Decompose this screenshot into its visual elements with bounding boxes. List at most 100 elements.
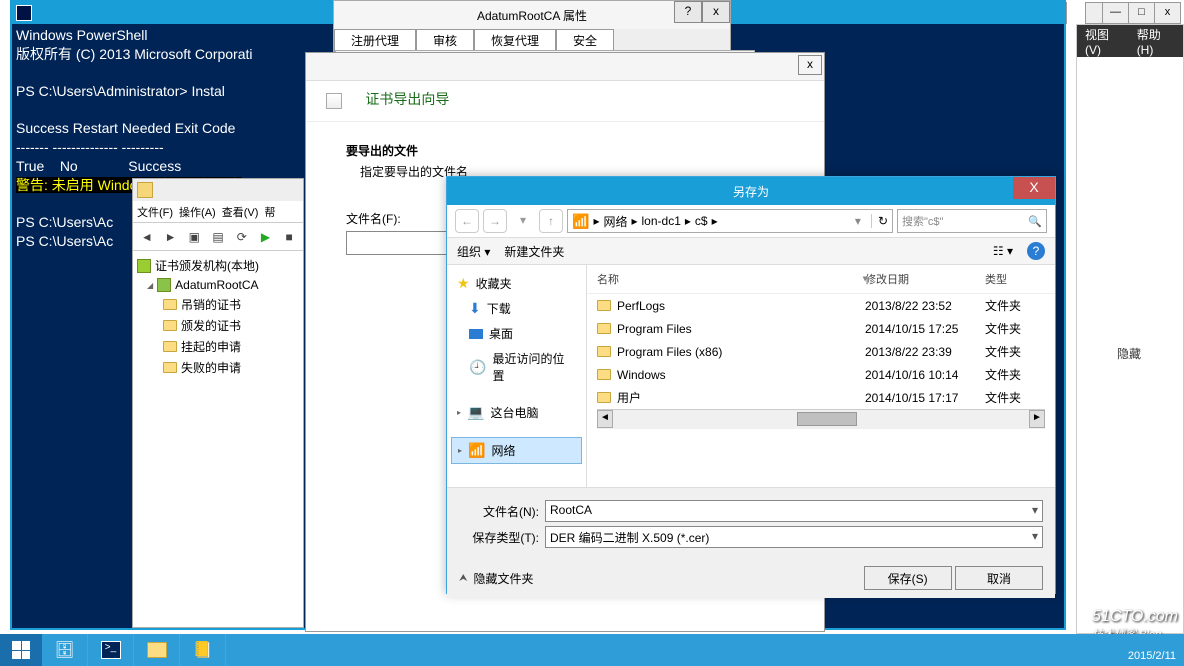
address-bar[interactable]: 📶 ▸网络 ▸lon-dc1 ▸c$ ▸ ▾ ↻ <box>567 209 893 233</box>
tree-failed[interactable]: 失败的申请 <box>137 357 299 378</box>
save-as-toolbar: 组织 ▾ 新建文件夹 ☷ ▾ ? <box>447 237 1055 265</box>
star-icon: ★ <box>457 275 470 292</box>
nav-up-icon[interactable]: ↑ <box>539 209 563 233</box>
save-as-dialog: 另存为 X ← → ▾ ↑ 📶 ▸网络 ▸lon-dc1 ▸c$ ▸ ▾ ↻ 搜… <box>446 176 1056 594</box>
menu-file[interactable]: 文件(F) <box>137 204 173 220</box>
nav-forward-icon[interactable]: → <box>483 209 507 233</box>
forward-icon[interactable]: ► <box>161 227 181 247</box>
folder-icon <box>163 362 177 373</box>
sidebar-downloads[interactable]: ⬇下载 <box>451 296 582 321</box>
stop-icon[interactable]: ■ <box>279 227 299 247</box>
filetype-combo[interactable]: DER 编码二进制 X.509 (*.cer) <box>545 526 1043 548</box>
wizard-heading: 证书导出向导 <box>349 77 465 121</box>
tree-pending[interactable]: 挂起的申请 <box>137 336 299 357</box>
sidebar-desktop[interactable]: 桌面 <box>451 321 582 346</box>
close-button[interactable]: x <box>702 1 730 23</box>
file-list: 名称 ▸ 修改日期 类型 PerfLogs2013/8/22 23:52文件夹P… <box>587 265 1055 487</box>
mmc-titlebar[interactable] <box>133 179 303 201</box>
taskbar-server-manager[interactable]: 🗄 <box>42 634 88 666</box>
filename-label: 文件名(N): <box>459 503 539 520</box>
close-button[interactable]: x <box>798 55 822 75</box>
cert-authority-console: 文件(F) 操作(A) 查看(V) 帮 ◄ ► ▣ ▤ ⟳ ▶ ■ 证书颁发机构… <box>132 178 304 628</box>
new-folder-button[interactable]: 新建文件夹 <box>504 243 564 260</box>
pc-icon: 💻 <box>467 404 484 421</box>
back-icon[interactable]: ◄ <box>137 227 157 247</box>
refresh-icon[interactable]: ↻ <box>871 214 888 228</box>
tab-recovery-agent[interactable]: 恢复代理 <box>474 29 556 52</box>
network-icon: 📶 <box>572 213 589 230</box>
taskbar-clock[interactable]: 2015/2/11 <box>1128 650 1176 662</box>
wizard-titlebar[interactable]: x <box>306 53 824 81</box>
filetype-label: 保存类型(T): <box>459 529 539 546</box>
file-row[interactable]: 用户2014/10/15 17:17文件夹 <box>587 386 1055 409</box>
save-button[interactable]: 保存(S) <box>864 566 952 590</box>
taskbar-cert-authority[interactable]: 📒 <box>180 634 226 666</box>
save-as-sidebar: ★收藏夹 ⬇下载 桌面 🕘最近访问的位置 ▸💻这台电脑 ▸📶网络 <box>447 265 587 487</box>
help-icon[interactable]: ? <box>1027 242 1045 260</box>
filename-combo[interactable]: RootCA <box>545 500 1043 522</box>
folder-icon <box>597 392 611 403</box>
maximize-icon[interactable]: □ <box>1128 3 1154 23</box>
up-icon[interactable]: ▣ <box>184 227 204 247</box>
folder-icon <box>597 323 611 334</box>
menu-action[interactable]: 操作(A) <box>179 204 216 220</box>
save-as-titlebar[interactable]: 另存为 X <box>447 177 1055 205</box>
tree-issued[interactable]: 颁发的证书 <box>137 315 299 336</box>
hide-folders-toggle[interactable]: ⮝隐藏文件夹 <box>459 570 534 587</box>
file-row[interactable]: Program Files (x86)2013/8/22 23:39文件夹 <box>587 340 1055 363</box>
tab-audit[interactable]: 审核 <box>416 29 474 52</box>
cancel-button[interactable]: 取消 <box>955 566 1043 590</box>
h-scrollbar[interactable]: ◄ ► <box>597 409 1045 429</box>
menu-view[interactable]: 视图(V) <box>1085 26 1123 57</box>
scroll-left-icon[interactable]: ◄ <box>597 410 613 428</box>
view-options-icon[interactable]: ☷ ▾ <box>993 244 1013 258</box>
close-icon[interactable]: x <box>1154 3 1180 23</box>
options-icon[interactable]: ▤ <box>208 227 228 247</box>
search-input[interactable]: 搜索"c$" 🔍 <box>897 209 1047 233</box>
folder-icon <box>163 320 177 331</box>
col-date[interactable]: 修改日期 <box>865 271 985 287</box>
sidebar-recent[interactable]: 🕘最近访问的位置 <box>451 346 582 388</box>
folder-icon <box>163 299 177 310</box>
scroll-thumb[interactable] <box>797 412 857 426</box>
sidebar-network[interactable]: ▸📶网络 <box>451 437 582 464</box>
menu-help[interactable]: 帮助(H) <box>1137 26 1175 57</box>
file-row[interactable]: Program Files2014/10/15 17:25文件夹 <box>587 317 1055 340</box>
menu-help[interactable]: 帮 <box>264 204 275 220</box>
organize-button[interactable]: 组织 ▾ <box>457 243 490 260</box>
taskbar-explorer[interactable] <box>134 634 180 666</box>
tree-ca[interactable]: ◢ AdatumRootCA <box>137 276 299 294</box>
cert-authority-icon <box>137 259 151 273</box>
sidebar-this-pc[interactable]: ▸💻这台电脑 <box>451 400 582 425</box>
folder-icon <box>147 642 167 658</box>
sidebar-favorites[interactable]: ★收藏夹 <box>451 271 582 296</box>
right-panel-hide[interactable]: 隐藏 <box>1117 345 1141 362</box>
mmc-icon <box>137 182 153 198</box>
tree-root[interactable]: 证书颁发机构(本地) <box>137 255 299 276</box>
folder-icon <box>597 346 611 357</box>
minimize-icon[interactable]: — <box>1102 3 1128 23</box>
menu-view[interactable]: 查看(V) <box>222 204 259 220</box>
scroll-right-icon[interactable]: ► <box>1029 410 1045 428</box>
bg-window-controls-2: — □ x <box>1085 2 1181 24</box>
right-side-panel: 视图(V) 帮助(H) 隐藏 <box>1076 24 1184 634</box>
taskbar-powershell[interactable]: >_ <box>88 634 134 666</box>
nav-back-icon[interactable]: ← <box>455 209 479 233</box>
play-icon[interactable]: ▶ <box>256 227 276 247</box>
file-row[interactable]: PerfLogs2013/8/22 23:52文件夹 <box>587 294 1055 317</box>
refresh-icon[interactable]: ⟳ <box>232 227 252 247</box>
start-button[interactable] <box>0 634 42 666</box>
col-type[interactable]: 类型 <box>985 271 1045 287</box>
right-panel-menubar: 视图(V) 帮助(H) <box>1077 25 1183 57</box>
close-button[interactable]: X <box>1013 177 1055 199</box>
nav-dropdown-icon[interactable]: ▾ <box>511 209 535 233</box>
col-name[interactable]: 名称 <box>597 271 860 287</box>
powershell-icon <box>16 5 32 21</box>
wizard-icon <box>326 93 342 109</box>
tab-enroll-agent[interactable]: 注册代理 <box>334 29 416 52</box>
tree-revoked[interactable]: 吊销的证书 <box>137 294 299 315</box>
tab-security[interactable]: 安全 <box>556 29 614 52</box>
file-row[interactable]: Windows2014/10/16 10:14文件夹 <box>587 363 1055 386</box>
help-button[interactable]: ? <box>674 1 702 23</box>
network-icon: 📶 <box>468 442 485 459</box>
